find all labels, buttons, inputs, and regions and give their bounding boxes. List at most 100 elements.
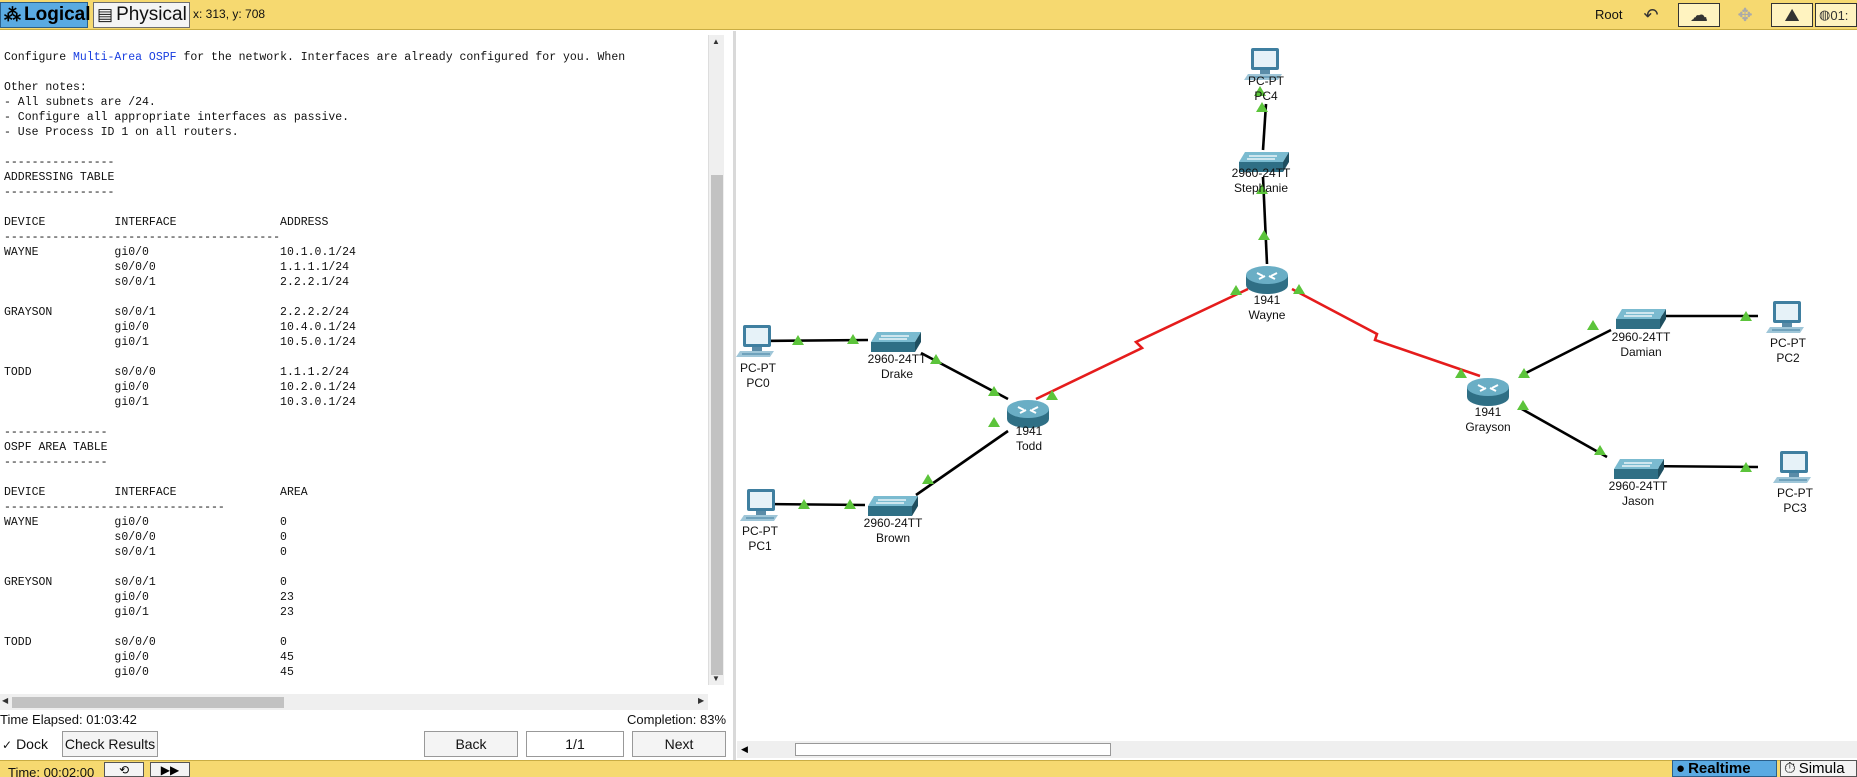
- pc1-label: PC-PT PC1: [742, 524, 778, 554]
- vertical-scroll-thumb[interactable]: [711, 175, 723, 675]
- logical-view-label: Logical: [24, 4, 91, 25]
- realtime-label: Realtime: [1688, 760, 1751, 777]
- instructions-panel[interactable]: Configure Multi-Area OSPF for the networ…: [0, 31, 712, 694]
- physical-view-button[interactable]: ▤ Physical: [93, 2, 190, 28]
- topology-canvas: [735, 47, 1812, 522]
- stephanie-model: 2960-24TT: [1231, 166, 1291, 180]
- wayne-label: 1941 Wayne: [1249, 293, 1286, 323]
- pc2-label: PC-PT PC2: [1770, 336, 1806, 366]
- check-results-button[interactable]: Check Results: [62, 731, 158, 757]
- intro-text-start: Configure: [4, 51, 74, 64]
- power-cycle-icon: ⟲: [118, 762, 130, 777]
- jason-label: 2960-24TT Jason: [1609, 479, 1668, 509]
- brown-label: 2960-24TT Brown: [864, 516, 923, 546]
- simulation-time: Time: 00:02:00: [8, 765, 95, 777]
- stephanie-label: 2960-24TT Stephanie: [1232, 166, 1291, 196]
- scroll-down-arrow-icon[interactable]: ▼: [712, 674, 720, 683]
- brown-model: 2960-24TT: [863, 516, 923, 530]
- realtime-clock-icon: ●: [1676, 760, 1686, 777]
- dock-toggle[interactable]: ✓ Dock: [2, 736, 48, 752]
- damian-label: 2960-24TT Damian: [1612, 330, 1671, 360]
- fast-forward-icon: ▶▶: [160, 762, 180, 777]
- drake-name: Drake: [880, 367, 914, 381]
- simulation-mode-tab[interactable]: ⏱ Simula: [1780, 760, 1857, 777]
- drake-model: 2960-24TT: [867, 352, 927, 366]
- brown-name: Brown: [875, 531, 911, 545]
- globe-icon: ◍: [1819, 7, 1831, 22]
- jason-name: Jason: [1621, 494, 1655, 508]
- pc2-name: PC2: [1776, 351, 1800, 365]
- link-grayson-damian: [1519, 328, 1612, 378]
- pc1-name: PC1: [748, 539, 772, 553]
- multi-area-ospf-link[interactable]: Multi-Area OSPF: [73, 51, 177, 64]
- workspace-scroll-left-icon[interactable]: ◀: [741, 744, 748, 755]
- physical-view-label: Physical: [116, 4, 187, 25]
- todd-model: 1941: [1015, 424, 1043, 438]
- logical-topology-icon: ⁂: [4, 5, 21, 24]
- pc2-icon[interactable]: [1765, 300, 1805, 334]
- pc1-model: PC-PT: [742, 524, 778, 538]
- instructions-horizontal-scrollbar[interactable]: ◀ ▶: [0, 694, 708, 710]
- router-wayne-icon[interactable]: [1245, 265, 1289, 295]
- serial-link-wayne-grayson: [1291, 287, 1481, 378]
- pc3-model: PC-PT: [1777, 486, 1813, 500]
- grayson-model: 1941: [1474, 405, 1502, 419]
- grayson-name: Grayson: [1465, 420, 1511, 434]
- realtime-mode-tab[interactable]: ● Realtime: [1672, 760, 1777, 777]
- scroll-up-arrow-icon[interactable]: ▲: [712, 37, 720, 46]
- pc0-icon[interactable]: [735, 324, 775, 358]
- back-button[interactable]: Back: [424, 731, 518, 757]
- router-grayson-icon[interactable]: [1466, 377, 1510, 407]
- link-brown-todd: [915, 429, 1009, 497]
- pc3-icon[interactable]: [1772, 450, 1812, 484]
- instructions-text: Configure Multi-Area OSPF for the networ…: [4, 50, 704, 680]
- bottom-toolbar: [0, 760, 1857, 777]
- top-toolbar: [0, 0, 1857, 30]
- serial-link-todd-wayne: [1035, 287, 1249, 401]
- pc2-model: PC-PT: [1770, 336, 1806, 350]
- pc1-icon[interactable]: [739, 488, 779, 522]
- power-cycle-button[interactable]: ⟲: [104, 762, 144, 777]
- pc0-name: PC0: [746, 376, 770, 390]
- pc4-name: PC4: [1254, 89, 1278, 103]
- workspace-horizontal-scrollbar[interactable]: ◀: [737, 741, 1857, 758]
- viewport-clock-button[interactable]: ◍ 01:: [1815, 3, 1857, 27]
- switch-jason-icon[interactable]: [1613, 458, 1665, 480]
- pc4-label: PC-PT PC4: [1248, 74, 1284, 104]
- switch-drake-icon[interactable]: [870, 331, 922, 353]
- scroll-left-arrow-icon[interactable]: ◀: [2, 696, 8, 705]
- fast-forward-button[interactable]: ▶▶: [150, 762, 190, 777]
- background-image-icon[interactable]: ⛰: [1771, 3, 1813, 27]
- logical-workspace[interactable]: PC-PT PC4 2960-24TT Stephanie 1941 Wayne PC…: [735, 31, 1857, 760]
- stopwatch-icon: ⏱: [1784, 760, 1796, 777]
- logical-view-button[interactable]: ⁂ Logical: [0, 2, 91, 28]
- intro-text-end: for the network. Interfaces are already …: [176, 51, 626, 64]
- scroll-right-arrow-icon[interactable]: ▶: [698, 696, 704, 705]
- damian-model: 2960-24TT: [1611, 330, 1671, 344]
- page-indicator: 1/1: [526, 731, 624, 757]
- cloud-cluster-icon[interactable]: ☁: [1678, 3, 1720, 27]
- link-grayson-jason: [1519, 406, 1608, 459]
- switch-damian-icon[interactable]: [1615, 308, 1667, 330]
- wayne-model: 1941: [1253, 293, 1281, 307]
- todd-label: 1941 Todd: [1016, 424, 1043, 454]
- next-button[interactable]: Next: [632, 731, 726, 757]
- grayson-label: 1941 Grayson: [1465, 405, 1510, 435]
- horizontal-scroll-thumb[interactable]: [12, 697, 284, 708]
- clock-text: 01:: [1830, 7, 1849, 23]
- pc3-name: PC3: [1783, 501, 1807, 515]
- instructions-vertical-scrollbar[interactable]: ▲ ▼: [708, 35, 724, 685]
- workspace-scroll-thumb[interactable]: [795, 743, 1111, 756]
- checkmark-icon: ✓: [2, 738, 13, 752]
- back-navigation-icon[interactable]: ↶: [1630, 3, 1672, 27]
- completion-percent: Completion: 83%: [627, 712, 726, 727]
- move-object-icon[interactable]: ✥: [1724, 3, 1766, 27]
- damian-name: Damian: [1620, 345, 1662, 359]
- dock-label: Dock: [16, 736, 48, 752]
- switch-brown-icon[interactable]: [867, 495, 919, 517]
- root-location-label: Root: [1595, 7, 1623, 22]
- wayne-name: Wayne: [1248, 308, 1286, 322]
- stephanie-name: Stephanie: [1233, 181, 1289, 195]
- simulation-label: Simula: [1798, 760, 1845, 777]
- pc3-label: PC-PT PC3: [1777, 486, 1813, 516]
